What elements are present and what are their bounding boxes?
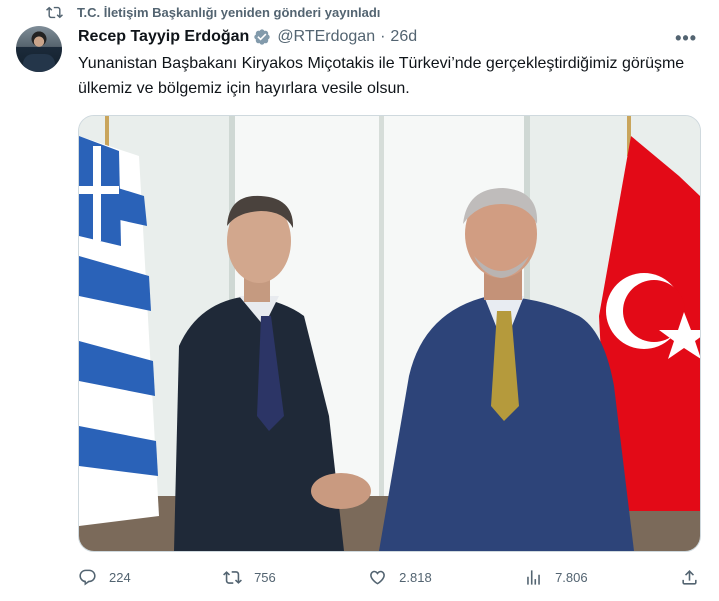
reply-button[interactable]: 224	[78, 568, 131, 587]
verified-badge-icon[interactable]	[253, 28, 271, 46]
reply-count: 224	[109, 569, 131, 585]
views-count: 7.806	[555, 569, 588, 585]
repost-icon	[46, 6, 63, 18]
repost-text[interactable]: T.C. İletişim Başkanlığı yeniden gönderi…	[77, 5, 380, 20]
tweet-text: Yunanistan Başbakanı Kiryakos Miçotakis …	[78, 55, 685, 97]
tweet-time[interactable]: 26d	[390, 28, 417, 46]
tweet-actions: 224 756 2.818 7.806	[78, 564, 699, 590]
repost-button[interactable]: 756	[223, 568, 276, 587]
tweet-header: Recep Tayyip Erdoğan @RTErdogan · 26d	[78, 26, 659, 48]
reply-icon	[79, 569, 96, 585]
photo-illustration	[79, 116, 700, 551]
handshake	[311, 473, 371, 509]
avatar[interactable]	[16, 26, 62, 72]
repost-icon	[223, 570, 243, 584]
like-count: 2.818	[399, 569, 432, 585]
share-button[interactable]	[680, 568, 699, 587]
views-chart-icon	[527, 569, 540, 585]
tweet-photo[interactable]	[78, 115, 701, 552]
author-name[interactable]: Recep Tayyip Erdoğan	[78, 28, 249, 46]
author-handle[interactable]: @RTErdogan	[277, 28, 375, 46]
views-button[interactable]: 7.806	[524, 568, 588, 587]
separator-dot: ·	[380, 28, 386, 45]
like-button[interactable]: 2.818	[368, 568, 432, 587]
repost-context[interactable]: T.C. İletişim Başkanlığı yeniden gönderi…	[46, 2, 380, 22]
heart-icon	[370, 570, 386, 585]
more-options-icon[interactable]: •••	[675, 28, 697, 49]
share-icon	[682, 569, 697, 585]
repost-count: 756	[254, 569, 276, 585]
